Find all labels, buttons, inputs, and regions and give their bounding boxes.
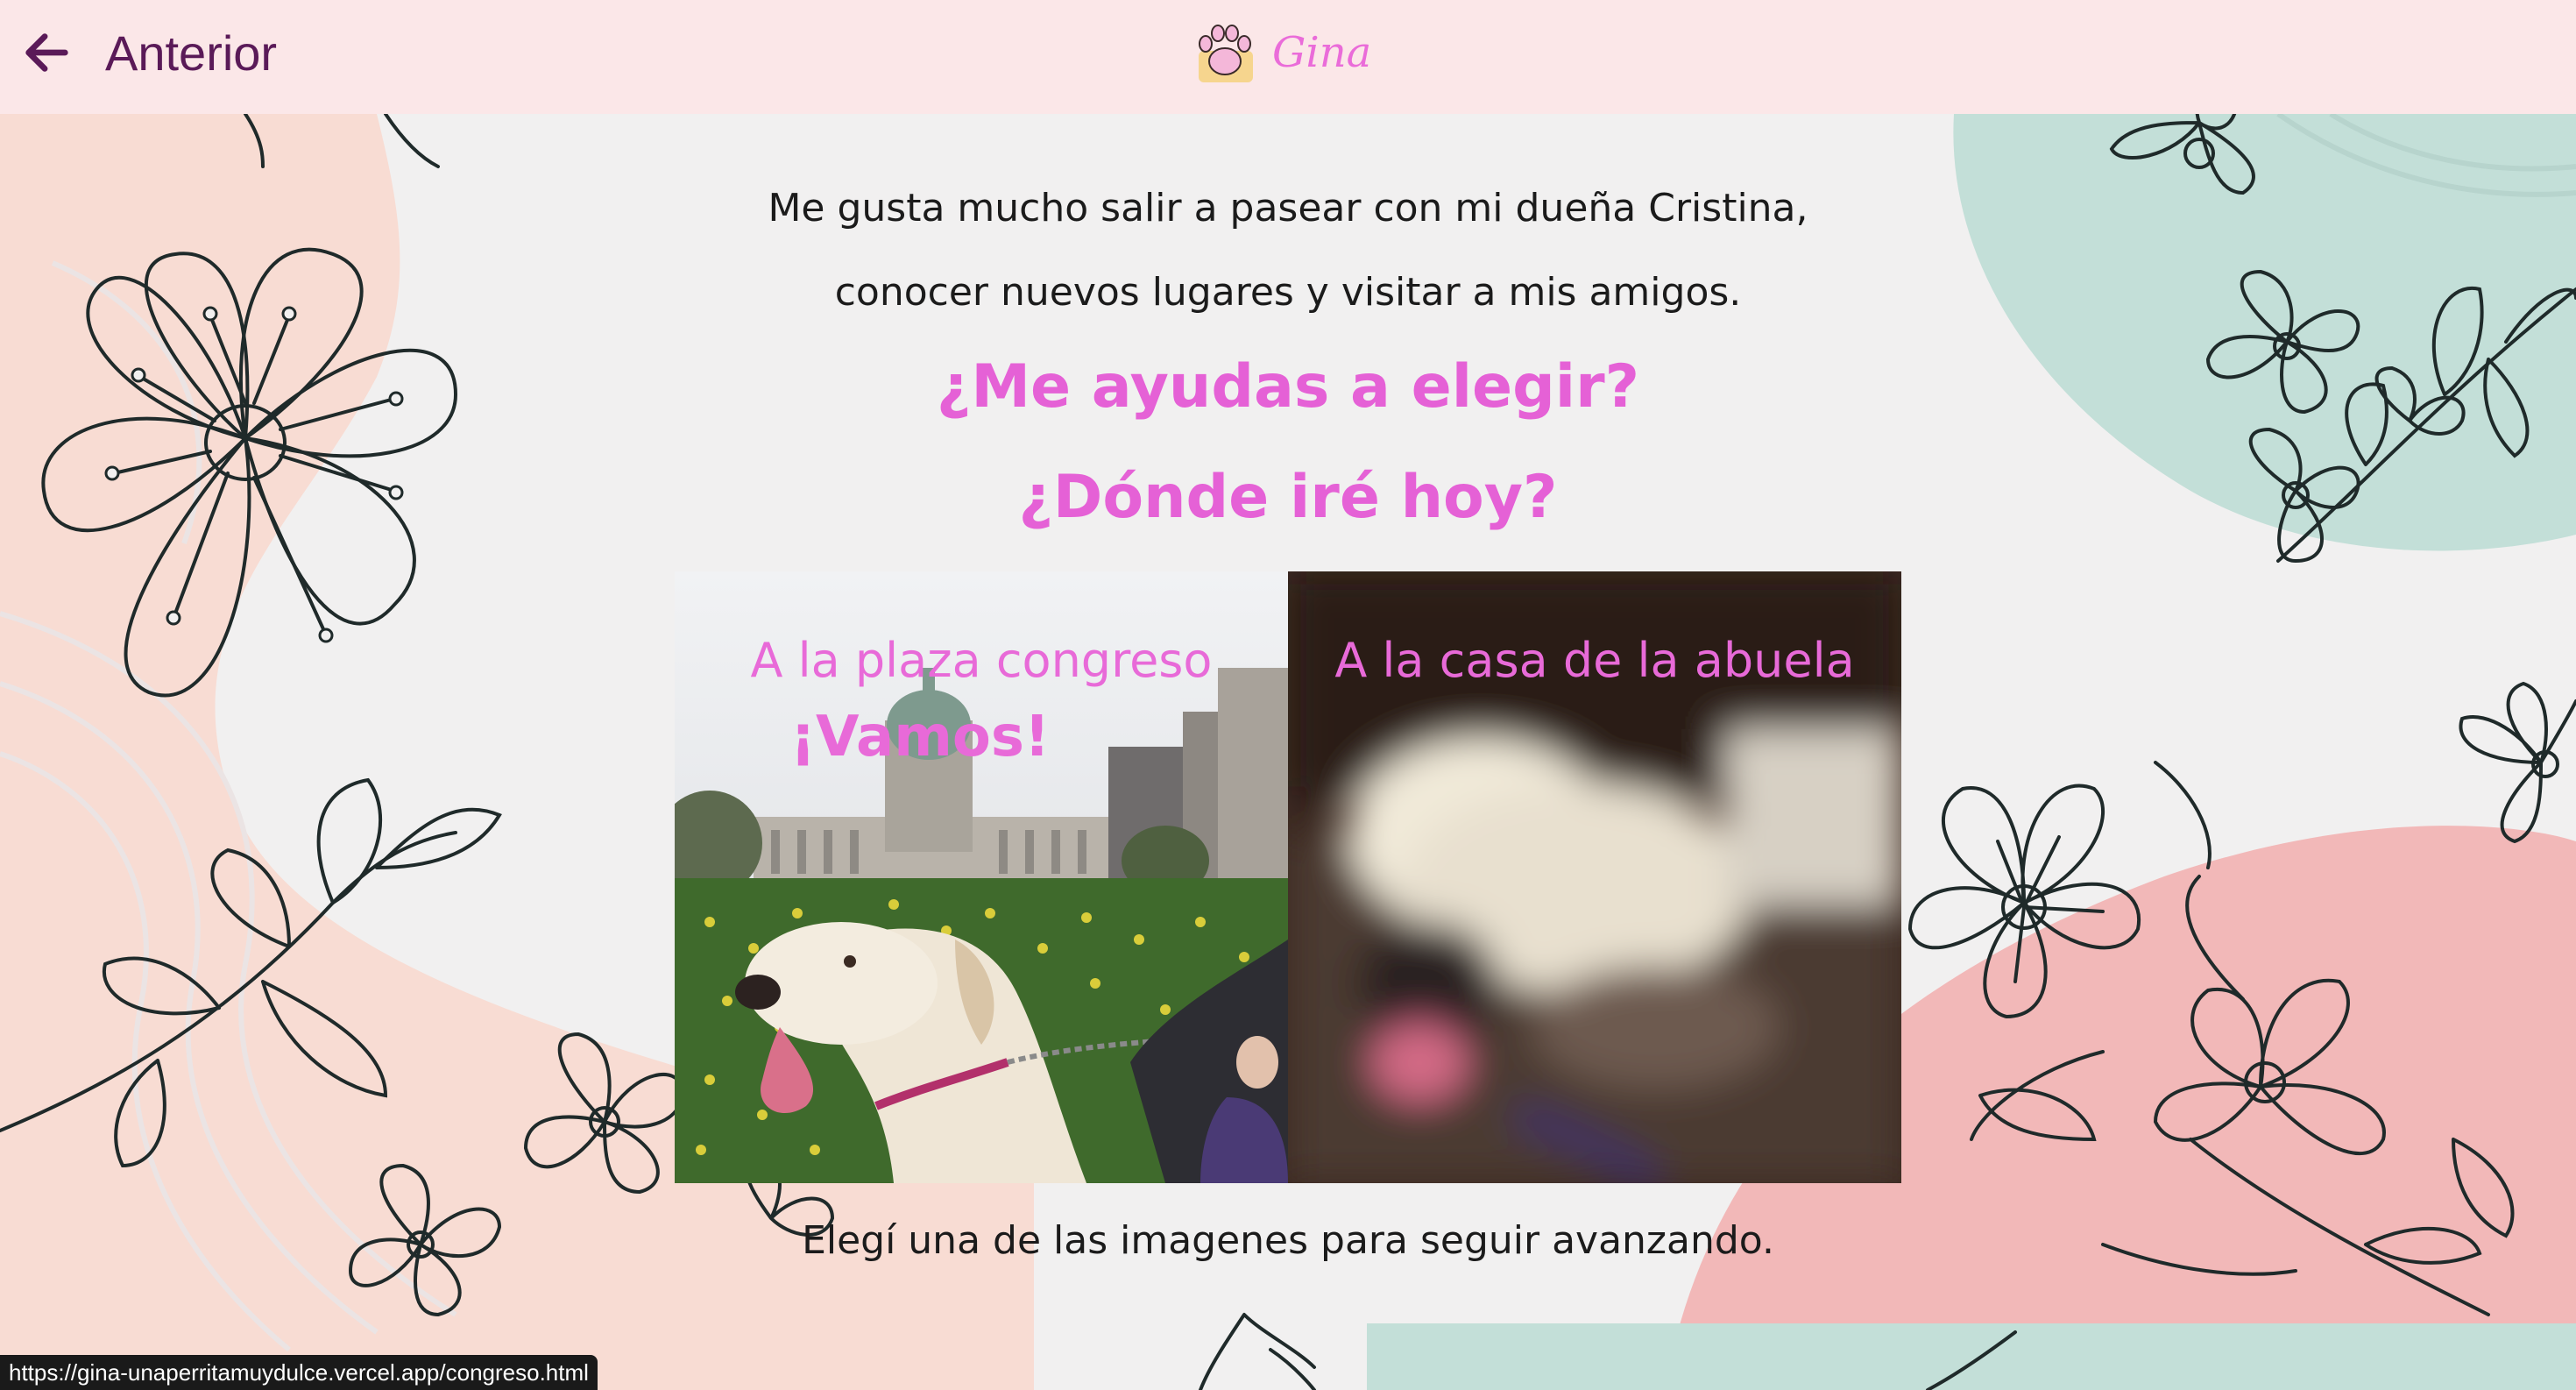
instruction-text: Elegí una de las imagenes para seguir av…: [802, 1218, 1774, 1263]
paw-icon: [1199, 25, 1253, 82]
logo: Gina: [1190, 9, 1371, 96]
option-card-congreso[interactable]: A la plaza congreso ¡Vamos!: [675, 571, 1288, 1183]
option-label-congreso: A la plaza congreso: [750, 633, 1213, 688]
logo-text: Gina: [1272, 28, 1372, 77]
arrow-left-icon: [25, 33, 68, 72]
back-button[interactable]: Anterior: [21, 9, 277, 96]
intro-line-2: conocer nuevos lugares y visitar a mis a…: [834, 270, 1742, 315]
option-cta-vamos: ¡Vamos!: [789, 705, 1051, 769]
back-label: Anterior: [105, 25, 278, 81]
link-status-bar: https://gina-unaperritamuydulce.vercel.a…: [0, 1355, 598, 1390]
option-label-abuela: A la casa de la abuela: [1334, 633, 1855, 688]
main-content: Me gusta mucho salir a pasear con mi due…: [0, 0, 2576, 1390]
question-heading-1: ¿Me ayudas a elegir?: [936, 352, 1640, 422]
top-bar: Anterior Gina: [0, 0, 2576, 114]
option-card-abuela[interactable]: A la casa de la abuela: [1288, 571, 1901, 1183]
intro-line-1: Me gusta mucho salir a pasear con mi due…: [768, 186, 1808, 230]
question-heading-2: ¿Dónde iré hoy?: [1018, 463, 1558, 532]
